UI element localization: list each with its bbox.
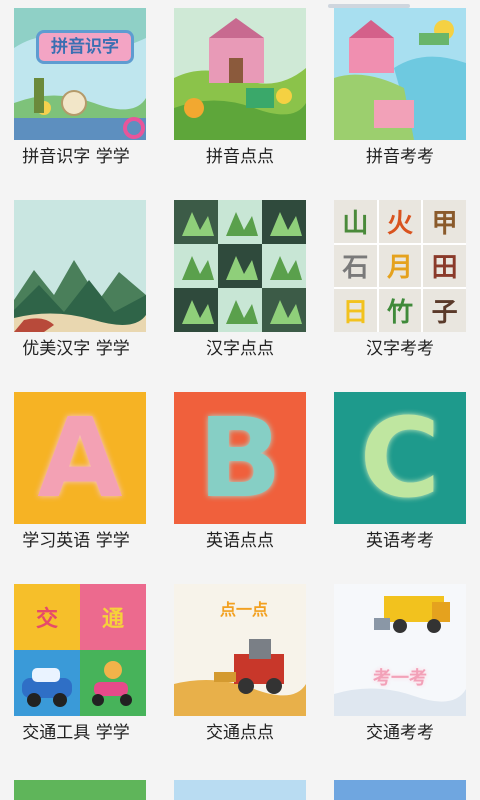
pinyin-learn-thumbnail[interactable]: 拼音识字: [14, 8, 146, 140]
art-title: 考一考: [373, 668, 427, 689]
seaside-scene-image: [334, 8, 466, 140]
next-row-thumbnail[interactable]: [334, 780, 466, 800]
grid-item-english-learn[interactable]: A 学习英语 学学: [0, 384, 160, 574]
english-tap-thumbnail[interactable]: B: [174, 392, 306, 524]
grid-item-pinyin-learn[interactable]: 拼音识字 拼音识字 学学: [0, 0, 160, 190]
hanzi-character: 竹: [378, 289, 422, 332]
item-label: 汉字点点: [206, 339, 274, 359]
art-title: 点一点: [219, 600, 268, 619]
car-icon: [22, 668, 72, 707]
quad-character: 通: [101, 606, 124, 632]
traffic-test-thumbnail[interactable]: 考一考: [334, 584, 466, 716]
item-label: 优美汉字 学学: [22, 339, 130, 359]
grid-item-hanzi-tap[interactable]: 汉字点点: [160, 192, 320, 382]
quad-tile: [80, 650, 146, 716]
grid-item-hanzi-test[interactable]: 山 火 甲 石 月 田 日 竹 子 汉字考考: [320, 192, 480, 382]
mountain-tiles-image: [174, 200, 306, 332]
quad-character: 交: [35, 606, 58, 632]
next-row-thumbnail[interactable]: [174, 780, 306, 800]
item-label: 学习英语 学学: [22, 531, 130, 551]
item-label: 交通工具 学学: [22, 723, 130, 743]
hanzi-character: 日: [334, 289, 377, 332]
grid-item-pinyin-test[interactable]: 拼音考考: [320, 0, 480, 190]
grid-item-english-test[interactable]: C 英语考考: [320, 384, 480, 574]
pinyin-learn-art-title: 拼音识字: [36, 30, 134, 64]
hanzi-character: 山: [334, 200, 377, 243]
item-label: 拼音考考: [366, 147, 434, 167]
grid-item-traffic-test[interactable]: 考一考 交通考考: [320, 576, 480, 766]
quad-tile: 交: [14, 584, 80, 650]
grid-row: 拼音识字 拼音识字 学学 拼音点点 拼音考考: [0, 0, 480, 190]
grid-item-traffic-tap[interactable]: 点一点 交通点点: [160, 576, 320, 766]
item-label: 汉字考考: [366, 339, 434, 359]
grid-item-english-tap[interactable]: B 英语点点: [160, 384, 320, 574]
hanzi-character: 石: [334, 244, 377, 288]
grid-item-traffic-learn[interactable]: 交 通 交通工具 学学: [0, 576, 160, 766]
snowplow-scene-image: [334, 584, 466, 716]
traffic-tap-thumbnail[interactable]: 点一点: [174, 584, 306, 716]
grid-row: A 学习英语 学学 B 英语点点 C 英语考考: [0, 384, 480, 574]
hanzi-character-grid: 山 火 甲 石 月 田 日 竹 子: [334, 200, 466, 332]
hanzi-character: 子: [423, 289, 466, 332]
grid-row: 交 通 交通工具 学学 点一点 交通点点 考一考 交通考考: [0, 576, 480, 766]
hanzi-character: 火: [378, 200, 422, 243]
traffic-learn-thumbnail[interactable]: 交 通: [14, 584, 146, 716]
pinyin-tap-thumbnail[interactable]: [174, 8, 306, 140]
fuzzy-letter: B: [198, 394, 282, 522]
castle-scene-image: [174, 8, 306, 140]
grid-item-pinyin-tap[interactable]: 拼音点点: [160, 0, 320, 190]
quad-tile: 通: [80, 584, 146, 650]
item-label: 英语点点: [206, 531, 274, 551]
hanzi-test-thumbnail[interactable]: 山 火 甲 石 月 田 日 竹 子: [334, 200, 466, 332]
hanzi-character: 甲: [423, 200, 466, 243]
quad-tile: [14, 650, 80, 716]
item-label: 拼音识字 学学: [22, 147, 130, 167]
item-label: 交通考考: [366, 723, 434, 743]
fuzzy-letter: A: [37, 394, 123, 522]
english-test-thumbnail[interactable]: C: [334, 392, 466, 524]
mountain-scene-image: [14, 200, 146, 332]
fuzzy-letter: C: [359, 394, 441, 522]
item-label: 拼音点点: [206, 147, 274, 167]
grid-item-hanzi-learn[interactable]: 优美汉字 学学: [0, 192, 160, 382]
pinyin-test-thumbnail[interactable]: [334, 8, 466, 140]
hanzi-tap-thumbnail[interactable]: [174, 200, 306, 332]
english-learn-thumbnail[interactable]: A: [14, 392, 146, 524]
item-label: 英语考考: [366, 531, 434, 551]
pinyin-scene-image: [14, 8, 146, 140]
next-row-thumbnail[interactable]: [14, 780, 146, 800]
item-label: 交通点点: [206, 723, 274, 743]
hanzi-character: 月: [378, 244, 422, 288]
scooter-icon: [92, 661, 132, 706]
hanzi-character: 田: [423, 244, 466, 288]
grid-row: 优美汉字 学学 汉字点点 山 火 甲 石 月 田 日 竹 子 汉字考考: [0, 192, 480, 382]
hanzi-learn-thumbnail[interactable]: [14, 200, 146, 332]
